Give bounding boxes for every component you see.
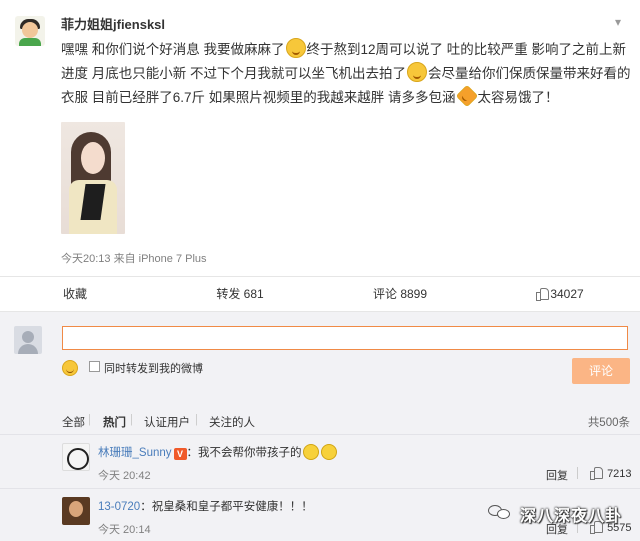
filter-hot[interactable]: 热门 [103, 414, 126, 430]
sync-forward-checkbox[interactable] [89, 361, 100, 372]
comment-text: ：祝皇桑和皇子都平安健康！！！ [140, 501, 313, 513]
emoji-picker-icon[interactable] [62, 360, 78, 376]
filter-verified[interactable]: 认证用户 [144, 414, 190, 430]
comment-time: 今天 20:42 [98, 470, 151, 482]
laugh-emoji-icon [407, 62, 428, 82]
avatar-shirt [19, 38, 41, 46]
comment-input[interactable] [62, 326, 628, 350]
pray-hands-emoji-icon [455, 84, 478, 108]
author-avatar[interactable] [15, 16, 45, 46]
reply-button[interactable]: 回复 [546, 467, 568, 483]
filter-separator: | [195, 414, 198, 426]
comment-body: 13-0720：祝皇桑和皇子都平安健康！！！ [98, 498, 313, 514]
post-meta: 今天20:13 来自 iPhone 7 Plus [61, 253, 207, 265]
comment-row: 林珊珊_Sunny V ：我不会帮你带孩子的 今天 20:42 回复 7213 [0, 434, 640, 488]
avatar-face [22, 22, 38, 38]
commenter-avatar[interactable] [62, 497, 90, 525]
like-button[interactable]: 34027 [525, 277, 595, 311]
weibo-post: 菲力姐姐jfiensksl ▾ 嘿嘿 和你们说个好消息 我要做麻麻了 终于熬到12… [0, 0, 640, 275]
cat-emoji-icon [302, 444, 319, 460]
comment-like-count: 7213 [607, 468, 632, 480]
thumbs-up-icon [536, 287, 550, 301]
filter-separator: | [88, 414, 91, 426]
comment-panel: 同时转发到我的微博 评论 全部 | 热门 | 认证用户 | 关注的人 共500条… [0, 312, 640, 541]
post-text-part-1: 嘿嘿 和你们说个好消息 我要做麻麻了 [61, 42, 285, 57]
photo-face [81, 142, 105, 174]
comment-time: 今天 20:14 [98, 524, 151, 536]
post-photo[interactable] [61, 122, 125, 234]
commenter-name[interactable]: 林珊珊_Sunny [98, 447, 172, 459]
action-bar: 收藏 转发 681 评论 8899 34027 [0, 276, 640, 312]
submit-comment-button[interactable]: 评论 [572, 358, 630, 384]
collect-button[interactable]: 收藏 [50, 277, 100, 311]
filter-separator: | [130, 414, 133, 426]
filter-following[interactable]: 关注的人 [209, 414, 255, 430]
thumbs-up-icon [590, 466, 603, 480]
commenter-avatar[interactable] [62, 443, 90, 471]
forward-button[interactable]: 转发 681 [195, 277, 285, 311]
post-text: 嘿嘿 和你们说个好消息 我要做麻麻了 终于熬到12周可以说了 吐的比较严重 影响了… [61, 38, 631, 110]
post-text-part-4: 太容易饿了！ [477, 90, 559, 105]
comment-filter-row: 全部 | 热门 | 认证用户 | 关注的人 共500条 [0, 410, 640, 434]
like-count: 34027 [550, 287, 584, 301]
author-username[interactable]: 菲力姐姐jfiensksl [61, 14, 165, 33]
comment-body: 林珊珊_Sunny V ：我不会帮你带孩子的 [98, 444, 338, 460]
divider [577, 467, 578, 479]
my-avatar [14, 326, 42, 354]
cat-emoji-icon [320, 444, 337, 460]
commenter-name[interactable]: 13-0720 [98, 501, 140, 513]
comment-total: 共500条 [587, 417, 630, 429]
wechat-watermark: 深八深夜八卦 [488, 497, 633, 527]
vip-badge-icon: V [173, 448, 187, 460]
wechat-logo-icon [488, 503, 514, 521]
grin-emoji-icon [285, 38, 306, 58]
filter-all[interactable]: 全部 [62, 414, 85, 430]
comment-text: ：我不会帮你带孩子的 [186, 447, 302, 459]
comment-button[interactable]: 评论 8899 [355, 277, 445, 311]
chevron-down-icon[interactable]: ▾ [610, 14, 626, 30]
sync-forward-label: 同时转发到我的微博 [104, 363, 203, 375]
comment-like-button[interactable]: 7213 [590, 466, 632, 480]
watermark-text: 深八深夜八卦 [520, 508, 623, 525]
